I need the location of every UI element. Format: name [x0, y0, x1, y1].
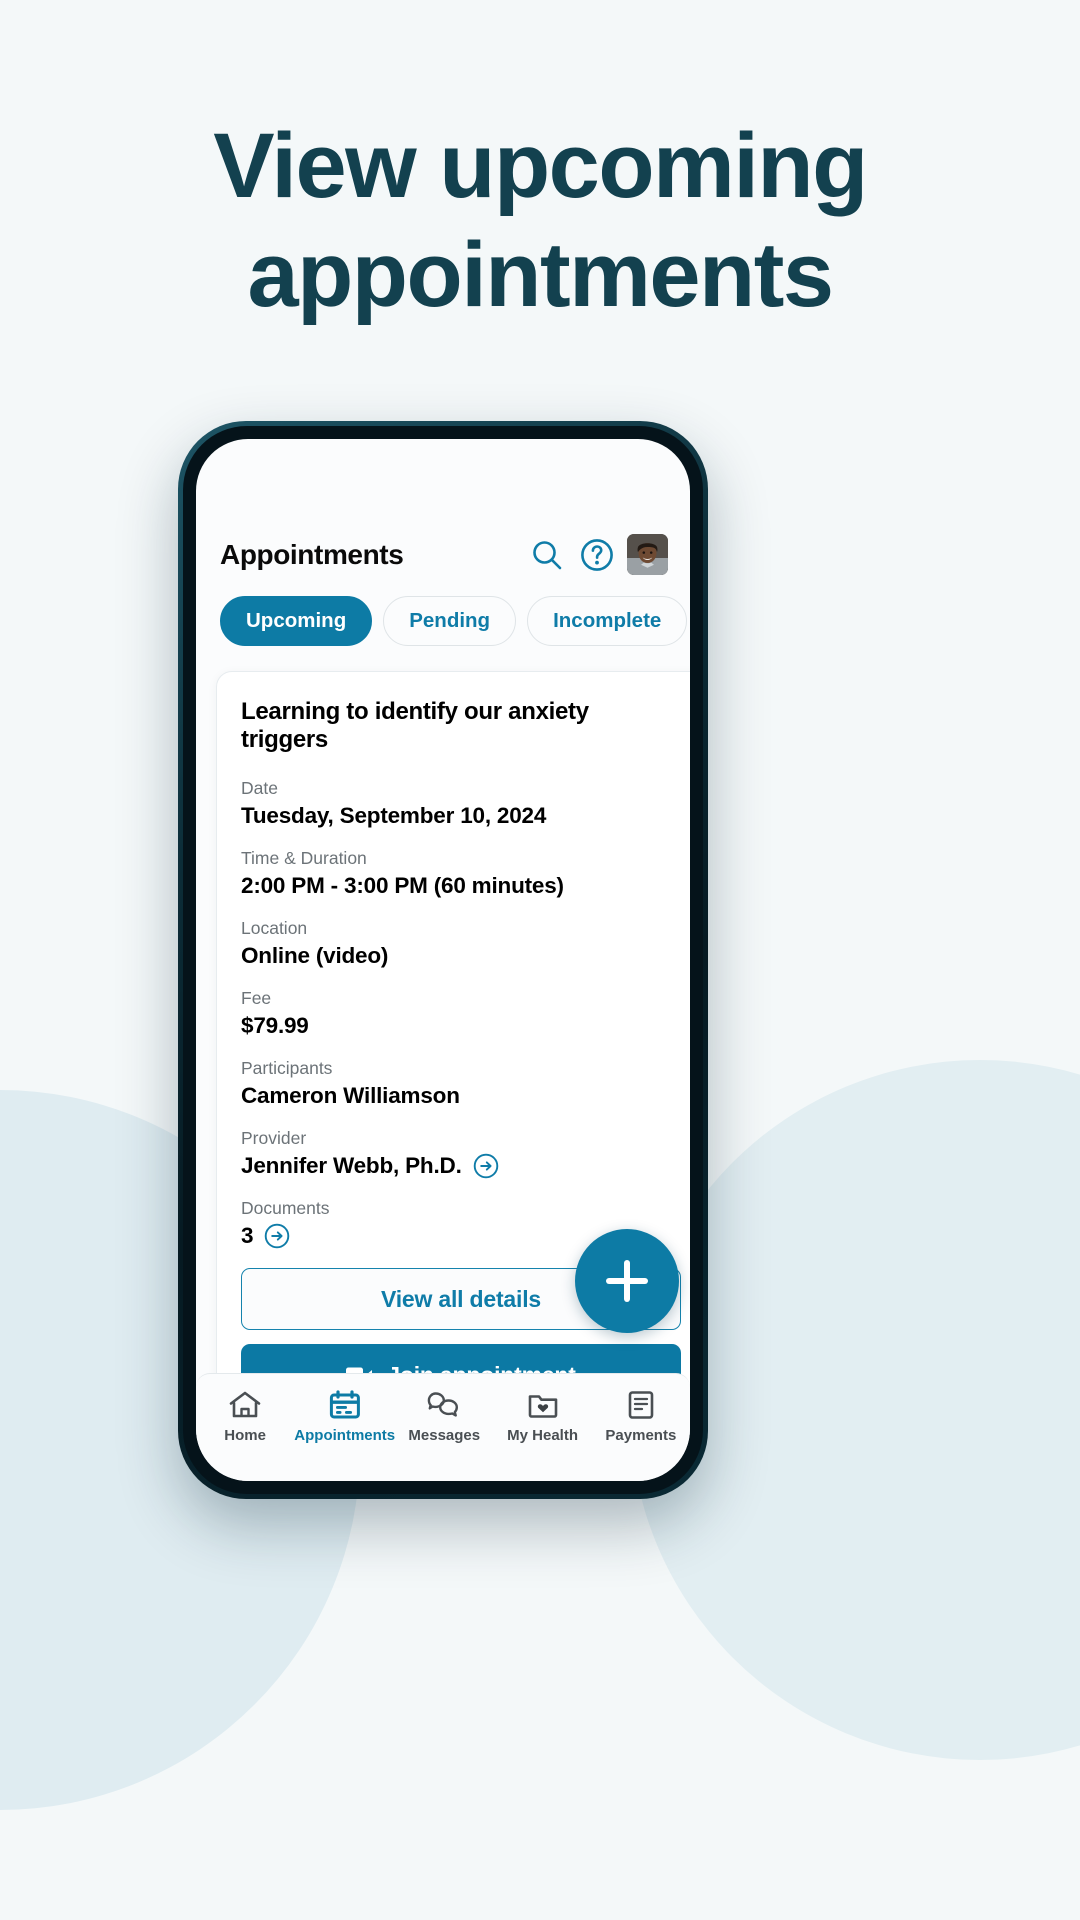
field-participants: Participants Cameron Williamson — [241, 1058, 681, 1109]
avatar[interactable] — [627, 534, 668, 575]
field-value: 3 — [241, 1223, 254, 1248]
field-label: Location — [241, 918, 308, 938]
arrow-right-circle-icon[interactable] — [264, 1223, 290, 1249]
field-provider: Provider Jennifer Webb, Ph.D. — [241, 1128, 681, 1179]
nav-item-messages[interactable]: Messages — [395, 1390, 493, 1444]
nav-label: Messages — [408, 1427, 481, 1444]
field-date: Date Tuesday, September 10, 2024 — [241, 778, 681, 829]
bottom-navigation: Home Appointments Messages My Health Pay… — [196, 1373, 690, 1481]
phone-mockup: Appointments Upcoming Pending Incomplete… — [178, 421, 708, 1499]
nav-label: Home — [224, 1427, 266, 1444]
field-value: Cameron Williamson — [241, 1083, 460, 1108]
calendar-icon — [329, 1390, 361, 1420]
appointment-title: Learning to identify our anxiety trigger… — [241, 698, 589, 753]
nav-label: My Health — [507, 1427, 578, 1444]
document-lines-icon — [627, 1390, 655, 1420]
chat-bubbles-icon — [426, 1390, 462, 1420]
field-label: Time & Duration — [241, 848, 367, 868]
field-fee: Fee $79.99 — [241, 988, 681, 1039]
field-label: Provider — [241, 1128, 307, 1148]
headline-line-2: appointments — [247, 223, 834, 326]
nav-item-payments[interactable]: Payments — [592, 1390, 690, 1444]
field-label: Participants — [241, 1058, 333, 1078]
field-label: Fee — [241, 988, 272, 1008]
search-icon[interactable] — [527, 535, 567, 575]
add-appointment-fab[interactable] — [575, 1229, 679, 1333]
field-value: Jennifer Webb, Ph.D. — [241, 1153, 462, 1178]
plus-icon-vertical — [624, 1260, 630, 1302]
field-time-duration: Time & Duration 2:00 PM - 3:00 PM (60 mi… — [241, 848, 681, 899]
folder-heart-icon — [527, 1390, 559, 1420]
tab-incomplete[interactable]: Incomplete — [527, 596, 688, 646]
field-value: Online (video) — [241, 943, 389, 968]
page-title: Appointments — [220, 538, 404, 570]
provider-row: Jennifer Webb, Ph.D. — [241, 1153, 681, 1179]
tab-pending[interactable]: Pending — [383, 596, 517, 646]
field-value: Tuesday, September 10, 2024 — [241, 803, 547, 828]
nav-item-appointments[interactable]: Appointments — [294, 1390, 395, 1444]
field-location: Location Online (video) — [241, 918, 681, 969]
home-icon — [228, 1390, 262, 1420]
app-viewport: Appointments Upcoming Pending Incomplete… — [196, 439, 690, 1481]
page-headline: View upcoming appointments — [0, 112, 1080, 329]
promo-screenshot: View upcoming appointments Appointments — [0, 0, 1080, 1920]
nav-label: Appointments — [294, 1427, 396, 1444]
phone-screen: Appointments Upcoming Pending Incomplete… — [196, 439, 690, 1481]
field-label: Date — [241, 778, 278, 798]
field-value: 2:00 PM - 3:00 PM (60 minutes) — [241, 873, 564, 898]
arrow-right-circle-icon[interactable] — [473, 1153, 499, 1179]
app-header: Appointments — [196, 534, 690, 575]
question-circle-icon[interactable] — [577, 535, 617, 575]
appointment-status-tabs: Upcoming Pending Incomplete Past — [196, 596, 690, 646]
phone-bezel: Appointments Upcoming Pending Incomplete… — [183, 426, 703, 1494]
tab-upcoming[interactable]: Upcoming — [220, 596, 373, 646]
field-label: Documents — [241, 1198, 330, 1218]
nav-item-home[interactable]: Home — [196, 1390, 294, 1444]
nav-label: Payments — [605, 1427, 677, 1444]
nav-item-my-health[interactable]: My Health — [493, 1390, 591, 1444]
field-value: $79.99 — [241, 1013, 309, 1038]
headline-line-1: View upcoming — [213, 115, 868, 217]
